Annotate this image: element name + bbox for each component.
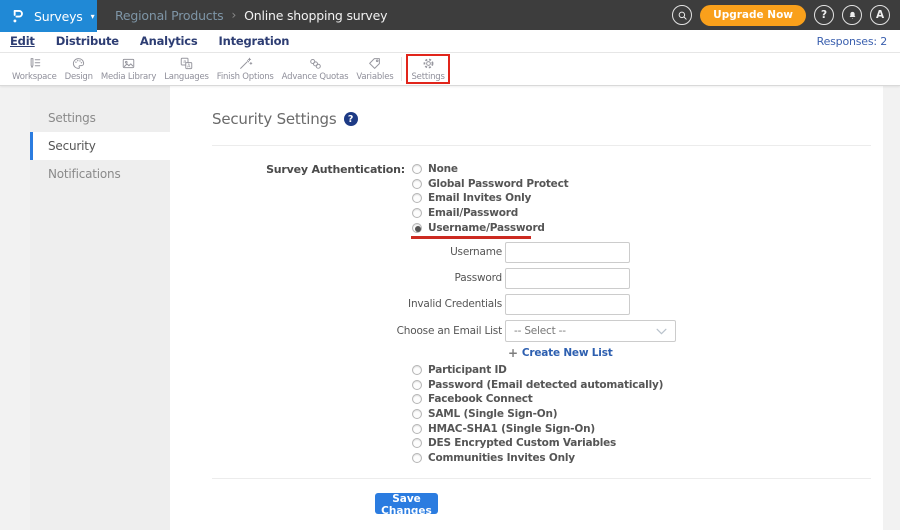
sidebar-item-settings[interactable]: Settings [30, 104, 170, 132]
divider [212, 145, 871, 146]
help-icon[interactable]: ? [343, 112, 358, 126]
tab-edit[interactable]: Edit [10, 34, 35, 48]
radio-icon[interactable] [412, 438, 422, 449]
radio-option-communities-invites[interactable]: Communities Invites Only [412, 451, 663, 466]
tab-distribute[interactable]: Distribute [56, 34, 119, 48]
more-auth-options-list: Participant ID Password (Email detected … [412, 363, 663, 465]
radio-option-password-email-detected[interactable]: Password (Email detected automatically) [412, 378, 663, 393]
radio-icon[interactable] [412, 208, 422, 219]
product-switcher[interactable]: Surveys ▾ [0, 0, 97, 32]
email-list-selected-value: -- Select -- [514, 325, 566, 337]
workspace-icon [30, 58, 41, 68]
divider [212, 478, 871, 479]
search-icon [678, 11, 687, 20]
notifications-button[interactable] [842, 5, 862, 25]
image-icon [122, 58, 135, 69]
tab-integration[interactable]: Integration [219, 34, 290, 48]
toolbar-item-advance-quotas[interactable]: Advance Quotas [278, 55, 353, 83]
sidebar-item-notifications[interactable]: Notifications [30, 160, 170, 188]
security-settings-panel: Security Settings ? Survey Authenticatio… [170, 86, 883, 530]
radio-icon[interactable] [412, 423, 422, 434]
toolbar-item-design[interactable]: Design [61, 55, 97, 83]
radio-option-participant-id[interactable]: Participant ID [412, 363, 663, 378]
toolbar-item-finish-options[interactable]: Finish Options [213, 55, 278, 83]
create-new-list-link[interactable]: + Create New List [508, 346, 613, 360]
auth-options-list: None Global Password Protect Email Invit… [412, 162, 569, 235]
gear-icon [423, 58, 434, 69]
radio-icon[interactable] [412, 379, 422, 390]
translate-icon: aA [180, 57, 193, 70]
radio-icon[interactable] [412, 409, 422, 420]
radio-option-username-password[interactable]: Username/Password [412, 220, 568, 235]
magic-wand-icon [239, 57, 253, 69]
tab-analytics[interactable]: Analytics [140, 34, 198, 48]
radio-icon[interactable] [412, 394, 422, 405]
settings-sidebar: Settings Security Notifications [30, 86, 170, 530]
search-button[interactable] [672, 5, 693, 25]
breadcrumb-current: Online shopping survey [244, 7, 388, 23]
chevron-down-icon: ▾ [90, 11, 95, 21]
survey-authentication-label: Survey Authentication: [266, 163, 405, 176]
survey-nav-tabs: Edit Distribute Analytics Integration Re… [0, 30, 900, 53]
svg-text:a: a [183, 59, 186, 65]
radio-option-email-password[interactable]: Email/Password [412, 206, 568, 221]
radio-option-hmac-sha1[interactable]: HMAC-SHA1 (Single Sign-On) [412, 421, 663, 436]
invalid-credentials-label: Invalid Credentials [408, 298, 502, 310]
surveys-menu-label: Surveys [34, 8, 83, 24]
page-title: Security Settings [212, 110, 337, 128]
toolbar-item-languages[interactable]: aA Languages [160, 55, 213, 83]
quota-links-icon [309, 58, 321, 69]
radio-option-none[interactable]: None [412, 162, 568, 177]
help-button[interactable]: ? [814, 5, 834, 25]
password-label: Password [454, 272, 503, 284]
edit-toolbar: Workspace Design Media Library aA Langua… [0, 53, 900, 86]
radio-option-des-encrypted[interactable]: DES Encrypted Custom Variables [412, 436, 663, 451]
sidebar-item-security[interactable]: Security [30, 132, 170, 160]
email-list-label: Choose an Email List [396, 325, 503, 337]
username-input[interactable] [505, 242, 630, 263]
username-label: Username [450, 246, 502, 258]
radio-option-facebook-connect[interactable]: Facebook Connect [412, 392, 663, 407]
radio-icon[interactable] [412, 193, 422, 204]
topbar-actions: Upgrade Now ? A [672, 0, 890, 30]
radio-icon[interactable] [412, 452, 422, 463]
breadcrumb: Regional Products › Online shopping surv… [115, 0, 388, 30]
tag-icon [369, 58, 381, 69]
radio-icon[interactable] [412, 365, 422, 376]
toolbar-separator [401, 57, 403, 81]
plus-icon: + [508, 346, 518, 360]
responses-count[interactable]: Responses: 2 [817, 35, 888, 48]
radio-icon[interactable] [412, 178, 422, 189]
questionpro-logo-icon [13, 9, 23, 22]
bell-icon [849, 11, 855, 19]
create-new-list-label: Create New List [521, 347, 613, 359]
upgrade-now-button[interactable]: Upgrade Now [700, 4, 806, 26]
toolbar-item-settings[interactable]: Settings [406, 54, 450, 84]
chevron-down-icon [656, 328, 667, 335]
toolbar-item-workspace[interactable]: Workspace [8, 55, 61, 83]
radio-option-email-invites-only[interactable]: Email Invites Only [412, 191, 568, 206]
toolbar-item-variables[interactable]: Variables [352, 55, 397, 83]
red-underline-annotation [411, 236, 531, 239]
invalid-credentials-input[interactable] [505, 294, 630, 315]
radio-icon[interactable] [412, 164, 422, 175]
breadcrumb-parent[interactable]: Regional Products [115, 8, 224, 23]
palette-icon [73, 58, 85, 69]
radio-option-global-password-protect[interactable]: Global Password Protect [412, 177, 569, 192]
radio-icon-selected[interactable] [412, 222, 422, 233]
radio-option-saml[interactable]: SAML (Single Sign-On) [412, 407, 663, 422]
toolbar-item-media-library[interactable]: Media Library [97, 55, 160, 83]
email-list-select[interactable]: -- Select -- [505, 320, 676, 342]
account-avatar[interactable]: A [870, 5, 890, 25]
password-input[interactable] [505, 268, 630, 289]
breadcrumb-separator: › [231, 8, 237, 22]
save-changes-button[interactable]: Save Changes [375, 493, 438, 517]
